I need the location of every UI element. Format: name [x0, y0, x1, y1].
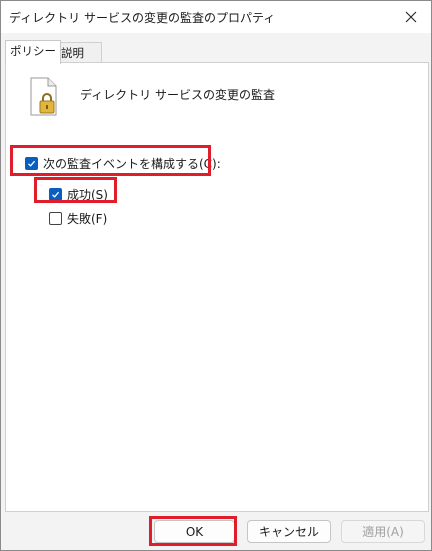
- configure-events-checkbox[interactable]: [25, 157, 38, 170]
- success-checkbox[interactable]: [49, 188, 62, 201]
- success-option[interactable]: 成功(S): [49, 186, 108, 203]
- failure-checkbox[interactable]: [49, 212, 62, 225]
- policy-name: ディレクトリ サービスの変更の監査: [80, 88, 275, 102]
- tab-policy[interactable]: ポリシー: [5, 40, 61, 64]
- close-button[interactable]: [391, 1, 431, 33]
- configure-events-option[interactable]: 次の監査イベントを構成する(C):: [25, 155, 221, 172]
- checkmark-icon: [52, 191, 60, 198]
- success-label: 成功(S): [67, 188, 108, 202]
- close-icon: [405, 11, 417, 23]
- failure-option[interactable]: 失敗(F): [49, 210, 107, 227]
- title-bar: ディレクトリ サービスの変更の監査のプロパティ: [1, 1, 431, 33]
- ok-button[interactable]: OK: [154, 520, 235, 543]
- checkmark-icon: [28, 160, 36, 167]
- tab-description[interactable]: 説明: [56, 42, 102, 64]
- document-lock-icon: [30, 77, 57, 116]
- failure-label: 失敗(F): [67, 212, 108, 226]
- configure-events-label: 次の監査イベントを構成する(C):: [43, 157, 221, 171]
- tab-policy-label: ポリシー: [10, 44, 56, 58]
- window-title: ディレクトリ サービスの変更の監査のプロパティ: [9, 11, 276, 25]
- properties-dialog: ディレクトリ サービスの変更の監査のプロパティ ポリシー 説明 ディレクトリ サ…: [0, 0, 432, 551]
- policy-panel: ディレクトリ サービスの変更の監査 次の監査イベントを構成する(C): 成功(S…: [5, 62, 429, 512]
- tab-description-label: 説明: [61, 46, 84, 60]
- cancel-button[interactable]: キャンセル: [247, 520, 331, 543]
- apply-button[interactable]: 適用(A): [341, 520, 425, 543]
